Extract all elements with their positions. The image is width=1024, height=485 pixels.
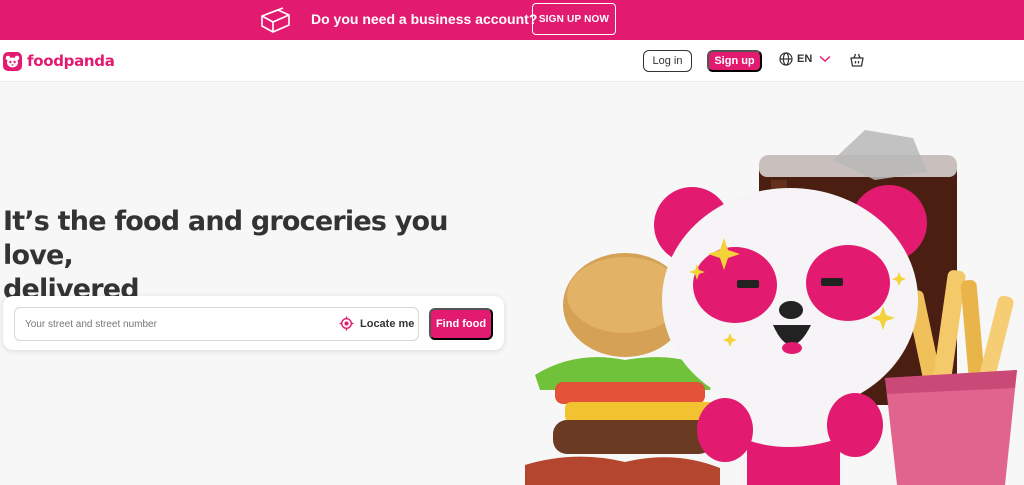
panda-food-illustration xyxy=(525,130,1017,485)
login-button[interactable]: Log in xyxy=(643,50,692,72)
globe-icon xyxy=(779,52,793,66)
chevron-down-icon xyxy=(819,55,831,62)
hero-title-line1: It’s the food and groceries you love, xyxy=(3,206,449,271)
signup-button[interactable]: Sign up xyxy=(707,50,762,72)
locate-me-label: Locate me xyxy=(360,317,415,330)
brand-logo-text[interactable]: foodpanda xyxy=(27,52,115,70)
banner-text: Do you need a business account? xyxy=(311,11,538,27)
top-navigation: foodpanda xyxy=(0,40,1024,82)
language-label: EN xyxy=(797,53,813,65)
target-location-icon xyxy=(339,316,354,331)
find-food-button[interactable]: Find food xyxy=(429,308,493,340)
shopping-basket-icon[interactable] xyxy=(849,51,865,69)
language-selector[interactable]: EN xyxy=(779,52,831,66)
address-input[interactable] xyxy=(25,308,325,340)
business-signup-button[interactable]: SIGN UP NOW xyxy=(532,3,616,35)
hero-title: It’s the food and groceries you love, de… xyxy=(3,205,523,307)
business-bag-icon xyxy=(261,7,290,33)
locate-me-button[interactable]: Locate me xyxy=(339,316,414,331)
business-banner: Do you need a business account? SIGN UP … xyxy=(0,0,1024,40)
panda-logo-icon[interactable] xyxy=(3,52,22,71)
